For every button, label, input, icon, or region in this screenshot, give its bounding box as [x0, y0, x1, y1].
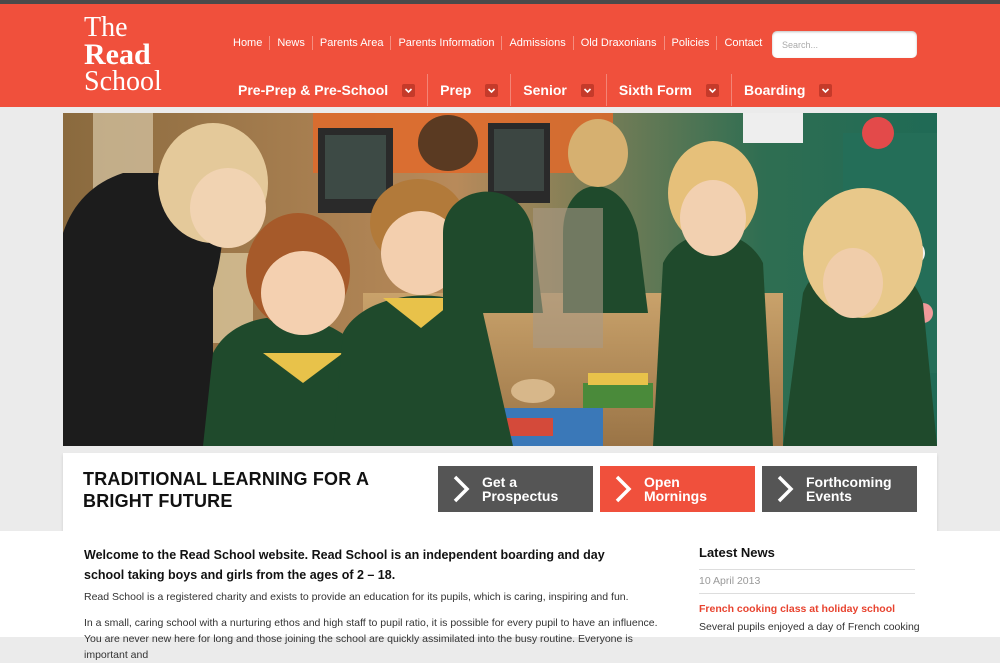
main-nav-sixth-form[interactable]: Sixth Form	[605, 74, 731, 106]
nav-news[interactable]: News	[269, 36, 312, 50]
chevron-down-icon[interactable]	[819, 83, 833, 97]
top-navigation: Home News Parents Area Parents Informati…	[226, 36, 769, 50]
nav-contact[interactable]: Contact	[716, 36, 769, 50]
cta-label-line2: Events	[806, 488, 852, 504]
forthcoming-events-button[interactable]: Forthcoming Events	[762, 466, 917, 512]
main-nav-label: Boarding	[743, 82, 806, 98]
site-header: The Read School Home News Parents Area P…	[0, 4, 1000, 107]
nav-policies[interactable]: Policies	[663, 36, 717, 50]
cta-label: Forthcoming Events	[806, 475, 892, 503]
chevron-down-icon[interactable]	[705, 83, 719, 97]
cta-label: Open Mornings	[644, 475, 707, 503]
nav-admissions[interactable]: Admissions	[501, 36, 572, 50]
news-date: 10 April 2013	[699, 575, 761, 587]
get-prospectus-button[interactable]: Get a Prospectus	[438, 466, 593, 512]
news-divider	[699, 569, 915, 570]
main-nav-boarding[interactable]: Boarding	[730, 74, 844, 106]
chevron-right-icon	[615, 475, 632, 503]
news-item-link[interactable]: French cooking class at holiday school	[699, 603, 895, 615]
main-nav-prep[interactable]: Prep	[427, 74, 510, 106]
chevron-down-icon[interactable]	[580, 83, 594, 97]
main-nav-label: Prep	[440, 82, 472, 98]
search-input[interactable]	[772, 31, 917, 58]
chevron-down-icon[interactable]	[402, 83, 416, 97]
intro-paragraph-1: Read School is a registered charity and …	[84, 591, 629, 603]
logo-line-3: School	[84, 66, 162, 97]
intro-paragraph-2: In a small, caring school with a nurturi…	[84, 617, 658, 661]
main-nav-label: Senior	[523, 82, 567, 98]
cta-label: Get a Prospectus	[482, 475, 558, 503]
chevron-right-icon	[453, 475, 470, 503]
chevron-down-icon[interactable]	[485, 83, 499, 97]
cta-label-line2: Mornings	[644, 488, 707, 504]
news-divider	[699, 593, 915, 594]
cta-panel: TRADITIONAL LEARNING FOR A BRIGHT FUTURE…	[63, 453, 937, 531]
nav-home[interactable]: Home	[226, 36, 269, 50]
hero-photo	[63, 113, 937, 446]
chevron-right-icon	[777, 475, 794, 503]
logo-line-1: The	[84, 12, 128, 43]
nav-parents-information[interactable]: Parents Information	[390, 36, 501, 50]
nav-parents-area[interactable]: Parents Area	[311, 36, 391, 50]
news-item-summary: Several pupils enjoyed a day of French c…	[699, 621, 920, 633]
open-mornings-button[interactable]: Open Mornings	[600, 466, 755, 512]
main-nav-label: Pre-Prep & Pre-School	[238, 82, 389, 98]
main-navigation: Pre-Prep & Pre-School Prep Senior Sixth …	[226, 74, 844, 106]
tagline: TRADITIONAL LEARNING FOR A BRIGHT FUTURE	[83, 469, 369, 511]
classroom-photo-illustration	[63, 113, 937, 446]
cta-label-line2: Prospectus	[482, 488, 559, 504]
main-nav-label: Sixth Form	[618, 82, 692, 98]
main-content: Welcome to the Read School website. Read…	[0, 531, 1000, 661]
main-nav-pre-prep[interactable]: Pre-Prep & Pre-School	[226, 74, 427, 106]
latest-news-heading: Latest News	[699, 545, 775, 560]
welcome-intro: Welcome to the Read School website. Read…	[84, 548, 605, 582]
main-nav-senior[interactable]: Senior	[510, 74, 606, 106]
nav-old-draxonians[interactable]: Old Draxonians	[572, 36, 664, 50]
school-logo[interactable]: The Read School	[84, 12, 162, 97]
logo-line-2: Read	[84, 38, 151, 71]
